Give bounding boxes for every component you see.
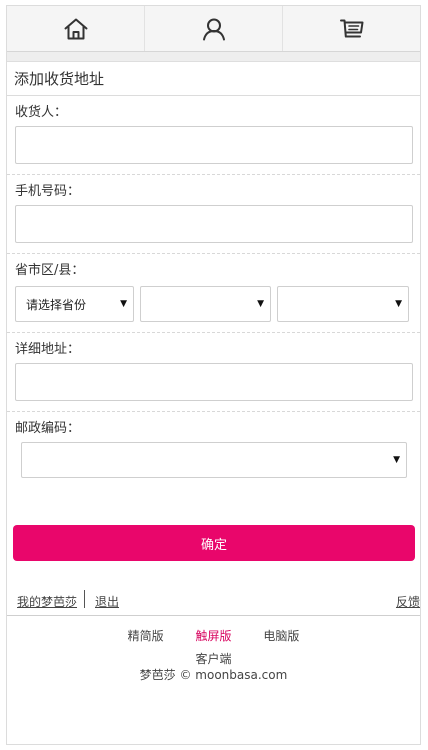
- region-label: 省市区/县：: [15, 263, 85, 278]
- user-button[interactable]: [145, 6, 283, 51]
- page-frame: 添加收货地址 收货人： 手机号码： 省市区/县： 请选择省份 ▼ ▼ ▼ 详细地…: [6, 5, 421, 745]
- cart-icon: [339, 19, 363, 37]
- phone-label: 手机号码：: [15, 184, 81, 199]
- address-label: 详细地址：: [15, 342, 81, 357]
- home-icon: [64, 18, 87, 39]
- chevron-down-icon: ▼: [393, 455, 400, 465]
- cart-button[interactable]: [283, 6, 420, 51]
- postcode-select[interactable]: ▼: [21, 442, 407, 478]
- copyright-text: 梦芭莎 © moonbasa.com: [139, 668, 288, 682]
- confirm-button[interactable]: 确定: [13, 525, 415, 561]
- district-select[interactable]: ▼: [277, 286, 409, 322]
- chevron-down-icon: ▼: [395, 299, 402, 309]
- header-spacer: [7, 52, 420, 62]
- account-links: 我的梦芭莎 退出 反馈: [7, 589, 420, 613]
- city-select[interactable]: ▼: [140, 286, 271, 322]
- client-link[interactable]: 客户端: [7, 650, 420, 667]
- form-title: 添加收货地址: [7, 62, 420, 96]
- address-input[interactable]: [15, 363, 413, 401]
- version-switcher: 精简版 触屏版 电脑版: [7, 627, 420, 644]
- address-field: 详细地址：: [7, 333, 420, 412]
- phone-field: 手机号码：: [7, 175, 420, 254]
- top-navigation: [7, 6, 420, 52]
- phone-input[interactable]: [15, 205, 413, 243]
- recipient-field: 收货人：: [7, 96, 420, 175]
- feedback-link[interactable]: 反馈: [396, 593, 420, 610]
- link-divider: [84, 590, 85, 608]
- version-lite-link[interactable]: 精简版: [128, 629, 164, 643]
- recipient-input[interactable]: [15, 126, 413, 164]
- user-icon: [202, 18, 225, 40]
- postcode-field: 邮政编码： ▼: [7, 412, 420, 488]
- home-button[interactable]: [7, 6, 145, 51]
- version-desktop-link[interactable]: 电脑版: [263, 629, 299, 643]
- version-touch-link[interactable]: 触屏版: [195, 629, 231, 643]
- my-account-link[interactable]: 我的梦芭莎: [17, 593, 77, 610]
- logout-link[interactable]: 退出: [95, 593, 119, 610]
- postcode-label: 邮政编码：: [15, 421, 81, 436]
- chevron-down-icon: ▼: [257, 299, 264, 309]
- footer-divider: [7, 615, 420, 616]
- region-field: 省市区/县： 请选择省份 ▼ ▼ ▼: [7, 254, 420, 333]
- province-select[interactable]: 请选择省份 ▼: [15, 286, 134, 322]
- province-select-value: 请选择省份: [26, 297, 87, 312]
- recipient-label: 收货人：: [15, 105, 68, 120]
- chevron-down-icon: ▼: [120, 299, 127, 309]
